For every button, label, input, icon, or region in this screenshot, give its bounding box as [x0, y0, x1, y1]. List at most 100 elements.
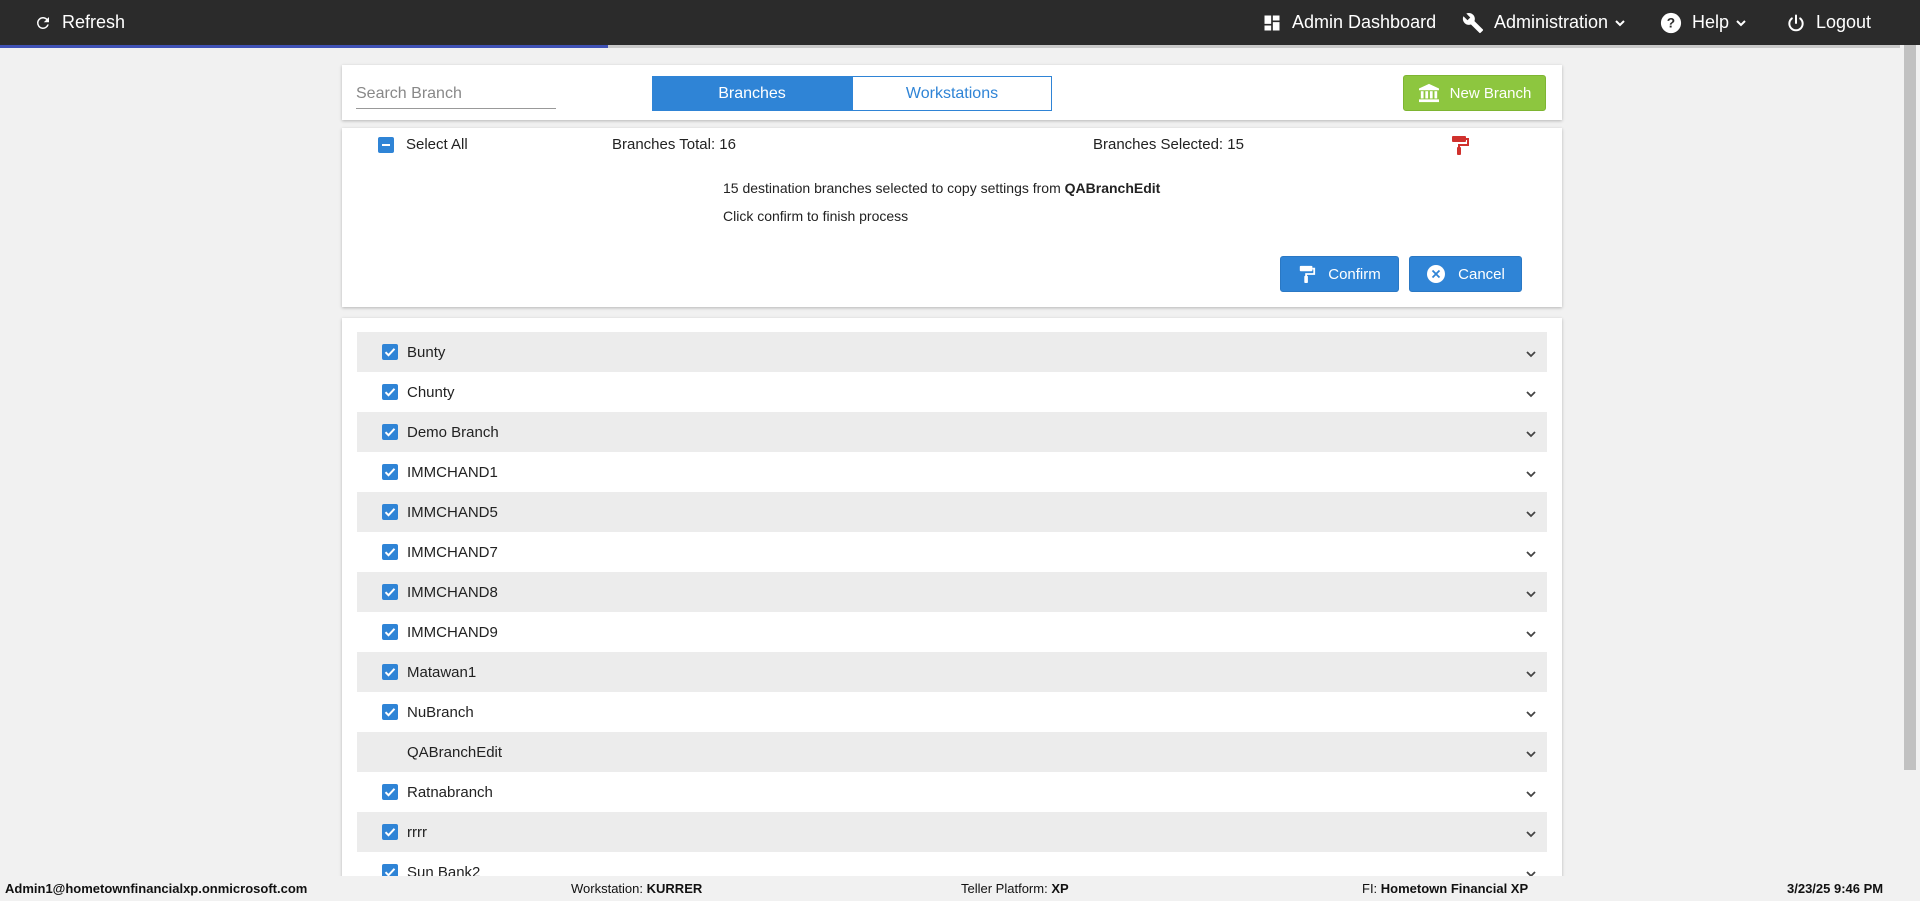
chevron-down-icon[interactable] — [1525, 427, 1537, 445]
scrollbar-thumb[interactable] — [1904, 45, 1916, 770]
footer-workstation-label: Workstation: — [571, 881, 644, 896]
branch-name: IMMCHAND9 — [407, 623, 498, 641]
paint-roller-icon — [1452, 136, 1469, 155]
footer-fi-label: FI: — [1362, 881, 1378, 896]
branches-selected: Branches Selected: 15 — [1093, 136, 1244, 153]
branch-checkbox[interactable] — [382, 824, 398, 840]
tab-branches[interactable]: Branches — [652, 76, 852, 111]
help-menu[interactable]: ? Help — [1660, 0, 1747, 45]
copy-settings-message: 15 destination branches selected to copy… — [723, 180, 1160, 196]
chevron-down-icon[interactable] — [1525, 547, 1537, 565]
branch-checkbox[interactable] — [382, 624, 398, 640]
branch-row[interactable]: IMMCHAND9 — [357, 612, 1547, 652]
branch-row[interactable]: Sun Bank2 — [357, 852, 1547, 878]
admin-dashboard-link[interactable]: Admin Dashboard — [1262, 0, 1436, 45]
branch-row[interactable]: Ratnabranch — [357, 772, 1547, 812]
logout-label: Logout — [1816, 12, 1872, 32]
tab-workstations[interactable]: Workstations — [852, 76, 1052, 111]
chevron-down-icon[interactable] — [1525, 787, 1537, 805]
svg-text:?: ? — [1667, 15, 1675, 30]
branch-row[interactable]: QABranchEdit — [357, 732, 1547, 772]
page-load-progress — [0, 45, 1900, 48]
branch-row[interactable]: IMMCHAND5 — [357, 492, 1547, 532]
admin-dashboard-label: Admin Dashboard — [1292, 12, 1437, 32]
branch-checkbox[interactable] — [382, 584, 398, 600]
branch-name: IMMCHAND7 — [407, 543, 498, 561]
branch-name: Bunty — [407, 343, 446, 361]
indeterminate-checkbox-icon — [378, 136, 394, 153]
branch-row[interactable]: Chunty — [357, 372, 1547, 412]
branch-checkbox[interactable] — [382, 344, 398, 360]
copy-message-text: 15 destination branches selected to copy… — [723, 180, 1061, 196]
branch-name: rrrr — [407, 823, 427, 841]
branches-selected-value: 15 — [1227, 136, 1244, 153]
chevron-down-icon[interactable] — [1525, 387, 1537, 405]
branch-checkbox[interactable] — [382, 704, 398, 720]
branch-checkbox[interactable] — [382, 424, 398, 440]
chevron-down-icon[interactable] — [1525, 347, 1537, 365]
copy-source-branch: QABranchEdit — [1064, 180, 1161, 196]
paint-roller-icon — [1300, 265, 1316, 283]
search-branch-input[interactable] — [356, 79, 556, 109]
branch-checkbox[interactable] — [382, 664, 398, 680]
refresh-button[interactable]: Refresh — [34, 0, 125, 45]
branch-checkbox[interactable] — [382, 544, 398, 560]
chevron-down-icon[interactable] — [1525, 747, 1537, 765]
branch-row[interactable]: IMMCHAND8 — [357, 572, 1547, 612]
branch-row[interactable]: Demo Branch — [357, 412, 1547, 452]
chevron-down-icon[interactable] — [1525, 667, 1537, 685]
new-branch-button[interactable]: New Branch — [1403, 75, 1546, 111]
cancel-button[interactable]: Cancel — [1409, 256, 1522, 292]
chevron-down-icon — [1615, 19, 1625, 26]
branch-name: Ratnabranch — [407, 783, 493, 801]
power-icon — [1788, 14, 1804, 31]
footer-teller-platform: Teller Platform: XP — [961, 881, 1069, 896]
administration-menu[interactable]: Administration — [1462, 0, 1626, 45]
branch-name: IMMCHAND1 — [407, 463, 498, 481]
branches-total-label: Branches Total: — [612, 136, 716, 153]
branch-name: Demo Branch — [407, 423, 499, 441]
branch-name: NuBranch — [407, 703, 474, 721]
select-all-checkbox[interactable]: Select All — [378, 136, 468, 153]
branch-row[interactable]: IMMCHAND1 — [357, 452, 1547, 492]
chevron-down-icon[interactable] — [1525, 627, 1537, 645]
branch-checkbox[interactable] — [382, 384, 398, 400]
branch-name: Chunty — [407, 383, 455, 401]
branch-row[interactable]: IMMCHAND7 — [357, 532, 1547, 572]
chevron-down-icon[interactable] — [1525, 707, 1537, 725]
branches-total: Branches Total: 16 — [612, 136, 736, 153]
chevron-down-icon[interactable] — [1525, 467, 1537, 485]
footer-fi: FI: Hometown Financial XP — [1362, 881, 1528, 896]
footer-teller-label: Teller Platform: — [961, 881, 1048, 896]
footer-teller-value: XP — [1051, 881, 1069, 896]
branches-total-value: 16 — [719, 136, 736, 153]
branch-checkbox[interactable] — [382, 784, 398, 800]
branch-row[interactable]: rrrr — [357, 812, 1547, 852]
logout-button[interactable]: Logout — [1786, 0, 1871, 45]
chevron-down-icon[interactable] — [1525, 827, 1537, 845]
footer-workstation: Workstation: KURRER — [571, 881, 702, 896]
status-footer: Admin1@hometownfinancialxp.onmicrosoft.c… — [0, 876, 1920, 901]
confirm-label: Confirm — [1328, 265, 1381, 283]
page-load-progress-fill — [0, 45, 608, 48]
dashboard-icon — [1264, 15, 1280, 30]
chevron-down-icon[interactable] — [1525, 587, 1537, 605]
confirm-hint: Click confirm to finish process — [723, 208, 909, 224]
branch-row[interactable]: Matawan1 — [357, 652, 1547, 692]
confirm-button[interactable]: Confirm — [1280, 256, 1399, 292]
branch-checkbox[interactable] — [382, 504, 398, 520]
branch-row[interactable]: Bunty — [357, 332, 1547, 372]
close-circle-icon — [1427, 265, 1446, 283]
page-scrollbar[interactable] — [1900, 45, 1920, 875]
branch-row[interactable]: NuBranch — [357, 692, 1547, 732]
footer-workstation-value: KURRER — [646, 881, 703, 896]
help-label: Help — [1692, 12, 1730, 32]
footer-user: Admin1@hometownfinancialxp.onmicrosoft.c… — [5, 881, 308, 896]
branch-checkbox[interactable] — [382, 464, 398, 480]
footer-datetime: 3/23/25 9:46 PM — [1787, 881, 1884, 896]
chevron-down-icon[interactable] — [1525, 507, 1537, 525]
cancel-copy-settings-button[interactable] — [1450, 134, 1470, 161]
select-all-label: Select All — [406, 136, 468, 153]
branch-name: IMMCHAND8 — [407, 583, 498, 601]
branches-selected-label: Branches Selected: — [1093, 136, 1224, 153]
